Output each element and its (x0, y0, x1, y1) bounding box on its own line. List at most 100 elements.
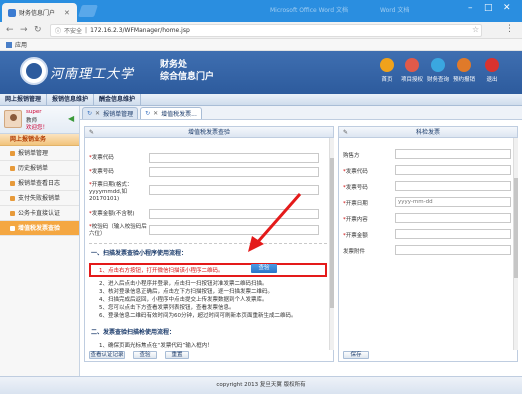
menu-online-reimbursement[interactable]: 网上报销管理 (0, 94, 48, 105)
browser-tab-title: 财务信息门户 (19, 10, 56, 17)
sidebar-item-reimbursement-manage[interactable]: 报销单管理 (0, 146, 79, 161)
security-label: 不安全 (64, 28, 83, 35)
bullet-icon (10, 195, 15, 201)
close-tab-icon[interactable]: ✕ (64, 9, 70, 17)
invoice-number-input[interactable] (149, 167, 319, 177)
close-icon[interactable]: ✕ (95, 110, 100, 117)
scrollbar[interactable] (329, 138, 334, 350)
bookmarks-bar: 应用 (0, 39, 522, 51)
panel-title: 科检发票 (415, 129, 440, 136)
footer-copyright: copyright 2013 复旦天翼 版权所有 (0, 376, 522, 394)
address-bar: ← → ↻ ⓘ 不安全 | 172.16.2.3/WFManager/home.… (0, 22, 522, 39)
bullet-icon (10, 165, 15, 171)
favicon-icon (8, 8, 16, 17)
key-icon (405, 58, 419, 72)
portal-title: 财务处 综合信息门户 (160, 60, 215, 82)
refresh-icon[interactable]: ↻ (145, 110, 150, 117)
instruction-step-6: 6、登录信息二维码有效时间为60分钟，超过时间可刷新本页面重新生成二维码。 (99, 313, 297, 319)
browser-titlebar: 财务信息门户 ✕ Microsoft Office Word 文档 Word 文… (0, 0, 522, 22)
browser-tab[interactable]: 财务信息门户 ✕ (2, 3, 77, 22)
power-icon (485, 58, 499, 72)
query-button[interactable]: 查验 (251, 264, 277, 273)
check-button[interactable]: 查验 (133, 351, 157, 359)
home-icon (380, 58, 394, 72)
back-icon[interactable]: ← (6, 25, 14, 35)
section1-title: 一、扫描发票查验小程序使用流程： (91, 250, 188, 257)
panel-header: ✎ 增值税发票查验 (85, 127, 333, 138)
user-panel: super 教师 欢迎您！ ◀ (0, 106, 79, 134)
bookmark-apps[interactable]: 应用 (15, 40, 27, 49)
invoice-attachment-input[interactable] (395, 245, 511, 255)
refresh-icon[interactable]: ↻ (87, 110, 92, 117)
bullet-icon (10, 225, 15, 231)
edit-icon: ✎ (343, 129, 349, 136)
bookmark-star-icon[interactable]: ☆ (472, 25, 479, 34)
instruction-step-2: 2、进入后点击小程序并登录，点击扫一扫按钮对准发票二维码扫描。 (99, 281, 268, 287)
tab-vat-check[interactable]: ↻ ✕ 增值税发票... (140, 107, 202, 119)
save-button[interactable]: 保存 (343, 351, 369, 359)
reset-button[interactable]: 重置 (165, 351, 189, 359)
maximize-icon[interactable]: □ (484, 3, 493, 13)
menu-reimbursement-info[interactable]: 报销信息维护 (47, 94, 95, 105)
instruction-step-3: 3、核对登录信息正确后，点击左下方扫描按钮，逐一扫描发票二维码。 (99, 289, 274, 295)
invoice-content-input[interactable] (395, 213, 511, 223)
buyer-input[interactable] (395, 149, 511, 159)
scrollbar[interactable] (513, 138, 518, 350)
annotation-arrow-icon (248, 193, 302, 252)
close-window-icon[interactable]: ✕ (503, 3, 511, 13)
sidebar: super 教师 欢迎您！ ◀ 网上报销业务 报销单管理 历史报销单 报销单查看… (0, 106, 80, 376)
minimize-icon[interactable]: – (468, 3, 473, 13)
collapse-arrow-icon[interactable]: ◀ (68, 114, 74, 123)
page-tabbar: ↻ ✕ 报销单管理 ↻ ✕ 增值税发票... (80, 106, 522, 120)
sidebar-item-view-log[interactable]: 报销单查看日志 (0, 176, 79, 191)
close-icon[interactable]: ✕ (153, 110, 158, 117)
bullet-icon (10, 210, 15, 216)
label-invoice-date: *开票日期 (343, 201, 368, 207)
nav-booking[interactable]: 预约报销 (449, 58, 479, 83)
main-menubar: 网上报销管理 报销信息维护 酬金信息维护 (0, 94, 522, 106)
right-invoice-code-input[interactable] (395, 165, 511, 175)
instruction-step-4: 4、扫描完成后返回，小程序中点击提交上传发票数据到个人发票库。 (99, 297, 268, 303)
instruction-step-5: 5、您可以点击下方查看发票列表按钮，查看发票信息。 (99, 305, 235, 311)
panel-title: 增值税发票查验 (187, 129, 230, 136)
nav-logout[interactable]: 退出 (477, 58, 507, 83)
avatar (4, 110, 22, 128)
info-icon: ⓘ (55, 28, 62, 35)
right-invoice-number-input[interactable] (395, 181, 511, 191)
username: super (26, 109, 42, 115)
menu-remuneration-info[interactable]: 酬金信息维护 (94, 94, 142, 105)
app-header: 河南理工大学 财务处 综合信息门户 首页 项目授权 财务查询 预约报销 退出 (0, 51, 522, 94)
section2-step-1: 1、确保页面光标焦点在“发票代码”输入框内！ (99, 343, 213, 349)
panel-header: ✎ 科检发票 (339, 127, 517, 138)
label-invoice-number: *发票号码 (343, 185, 368, 191)
section2-title: 二、发票查验扫描枪使用流程： (91, 329, 176, 336)
invoice-code-input[interactable] (149, 153, 319, 163)
bullet-icon (10, 150, 15, 156)
browser-menu-icon[interactable]: ⋮ (505, 24, 514, 34)
bullet-icon (10, 180, 15, 186)
label-invoice-content: *开票内容 (343, 217, 368, 223)
apps-icon[interactable] (6, 41, 12, 48)
background-window-text-2: Word 文档 (380, 7, 410, 14)
url-text: 172.16.2.3/WFManager/home.jsp (90, 27, 190, 34)
sidebar-item-history[interactable]: 历史报销单 (0, 161, 79, 176)
invoice-panel: ✎ 科检发票 购售方 *发票代码 *发票号码 *开票日期 *开票内容 *开票金额… (338, 126, 518, 362)
view-auth-records-button[interactable]: 查看认证记录 (89, 351, 125, 359)
label-invoice-attachment: 发票附件 (343, 249, 366, 255)
reload-icon[interactable]: ↻ (34, 25, 42, 35)
sidebar-section-title[interactable]: 网上报销业务 (0, 134, 79, 146)
welcome-text: 欢迎您！ (26, 125, 49, 131)
right-invoice-date-input[interactable] (395, 197, 511, 207)
search-icon (431, 58, 445, 72)
sidebar-item-failed-payment[interactable]: 支付失败报销单 (0, 191, 79, 206)
url-input[interactable]: ⓘ 不安全 | 172.16.2.3/WFManager/home.jsp (50, 24, 482, 37)
tab-reimbursement-manage[interactable]: ↻ ✕ 报销单管理 (82, 107, 139, 119)
new-tab-button[interactable] (78, 5, 98, 17)
sidebar-item-vat-check[interactable]: 增值税发票查验 (0, 221, 79, 236)
sidebar-item-card-auth[interactable]: 公务卡直接认证 (0, 206, 79, 221)
instruction-step-1: 1、点击右方按钮，打开微信扫描该小程序二维码。 (99, 268, 224, 274)
edit-icon: ✎ (89, 129, 95, 136)
forward-icon[interactable]: → (20, 25, 28, 35)
right-invoice-amount-input[interactable] (395, 229, 511, 239)
label-invoice-code: *发票代码 (343, 169, 368, 175)
